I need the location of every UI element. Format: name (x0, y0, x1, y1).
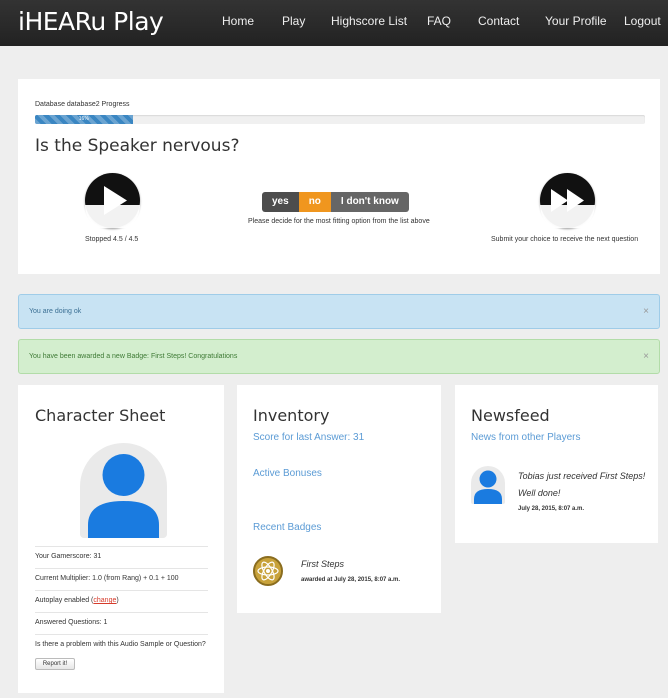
news-avatar (471, 466, 505, 504)
nav-faq[interactable]: FAQ (427, 14, 451, 28)
newsfeed-title: Newsfeed (471, 406, 550, 425)
play-icon (85, 186, 140, 228)
progress-fill: 16% (35, 115, 133, 124)
character-sheet-title: Character Sheet (35, 406, 166, 425)
problem-question: Is there a problem with this Audio Sampl… (35, 634, 208, 648)
badge-name: First Steps (301, 559, 345, 569)
close-icon[interactable]: × (643, 340, 649, 373)
autoplay-suffix: ) (116, 597, 119, 604)
user-icon (474, 470, 502, 504)
autoplay-change-link[interactable]: change (93, 597, 116, 604)
autoplay-label: Autoplay enabled ( (35, 597, 94, 604)
autoplay-setting: Autoplay enabled (change) (35, 590, 208, 604)
fast-forward-icon (540, 189, 595, 228)
answer-options: yes no I don't know (262, 192, 409, 212)
info-alert-text: You are doing ok (29, 308, 82, 315)
submit-hint: Submit your choice to receive the next q… (491, 236, 639, 243)
score-last-answer: Score for last Answer: 31 (253, 432, 365, 443)
recent-badges-heading: Recent Badges (253, 522, 322, 533)
nav-profile[interactable]: Your Profile (545, 14, 607, 28)
atom-icon (257, 561, 279, 581)
gamerscore: Your Gamerscore: 31 (35, 546, 208, 560)
report-button[interactable]: Report it! (35, 658, 75, 670)
success-alert: You have been awarded a new Badge: First… (18, 339, 660, 374)
nav-logout[interactable]: Logout (624, 14, 661, 28)
progress-bar: 16% (35, 115, 645, 124)
instruction-text: Please decide for the most fitting optio… (248, 218, 430, 225)
close-icon[interactable]: × (643, 295, 649, 328)
navbar: iHEARu Play Home Play Highscore List FAQ… (0, 0, 668, 46)
playback-status: Stopped 4.5 / 4.5 (85, 236, 139, 243)
nav-contact[interactable]: Contact (478, 14, 519, 28)
progress-label: Database database2 Progress (35, 101, 130, 108)
user-icon (88, 454, 159, 538)
news-item-time: July 28, 2015, 8:07 a.m. (518, 506, 585, 512)
badge-awarded-date: awarded at July 28, 2015, 8:07 a.m. (301, 577, 401, 583)
brand-logo[interactable]: iHEARu Play (18, 7, 164, 36)
nav-home[interactable]: Home (222, 14, 254, 28)
play-button[interactable] (85, 173, 140, 228)
answer-dont-know-button[interactable]: I don't know (330, 192, 409, 212)
question-title: Is the Speaker nervous? (35, 136, 240, 156)
answer-yes-button[interactable]: yes (262, 192, 299, 212)
answer-no-button[interactable]: no (298, 192, 331, 212)
first-steps-badge-icon (253, 556, 283, 586)
next-button[interactable] (540, 173, 595, 228)
news-item-text: Tobias just received First Steps! Well d… (518, 471, 646, 498)
active-bonuses-heading: Active Bonuses (253, 468, 322, 479)
inventory-title: Inventory (253, 406, 330, 425)
multiplier: Current Multiplier: 1.0 (from Rang) + 0.… (35, 568, 208, 582)
nav-highscore[interactable]: Highscore List (331, 14, 407, 28)
newsfeed-subtitle: News from other Players (471, 432, 581, 443)
success-alert-text: You have been awarded a new Badge: First… (29, 353, 238, 360)
info-alert: You are doing ok × (18, 294, 660, 329)
answered-questions: Answered Questions: 1 (35, 612, 208, 626)
nav-play[interactable]: Play (282, 14, 305, 28)
user-avatar (80, 443, 167, 538)
